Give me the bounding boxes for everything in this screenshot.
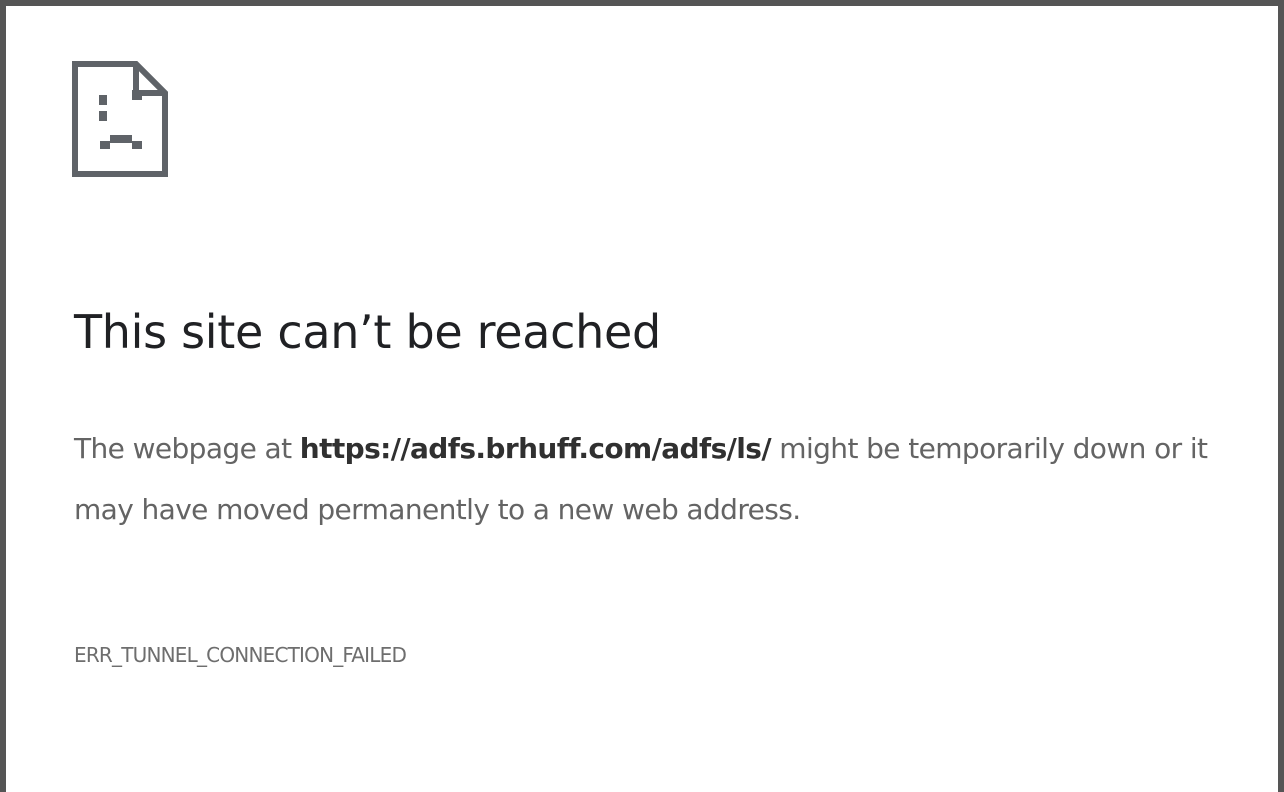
error-code: ERR_TUNNEL_CONNECTION_FAILED <box>74 643 407 667</box>
error-url: https://adfs.brhuff.com/adfs/ls/ <box>299 432 772 465</box>
error-headline: This site can’t be reached <box>74 305 661 359</box>
error-message-prefix: The webpage at <box>74 432 300 465</box>
error-page: This site can’t be reached The webpage a… <box>0 0 1284 792</box>
sad-document-icon <box>72 61 168 177</box>
error-message: The webpage at https://adfs.brhuff.com/a… <box>74 418 1224 540</box>
